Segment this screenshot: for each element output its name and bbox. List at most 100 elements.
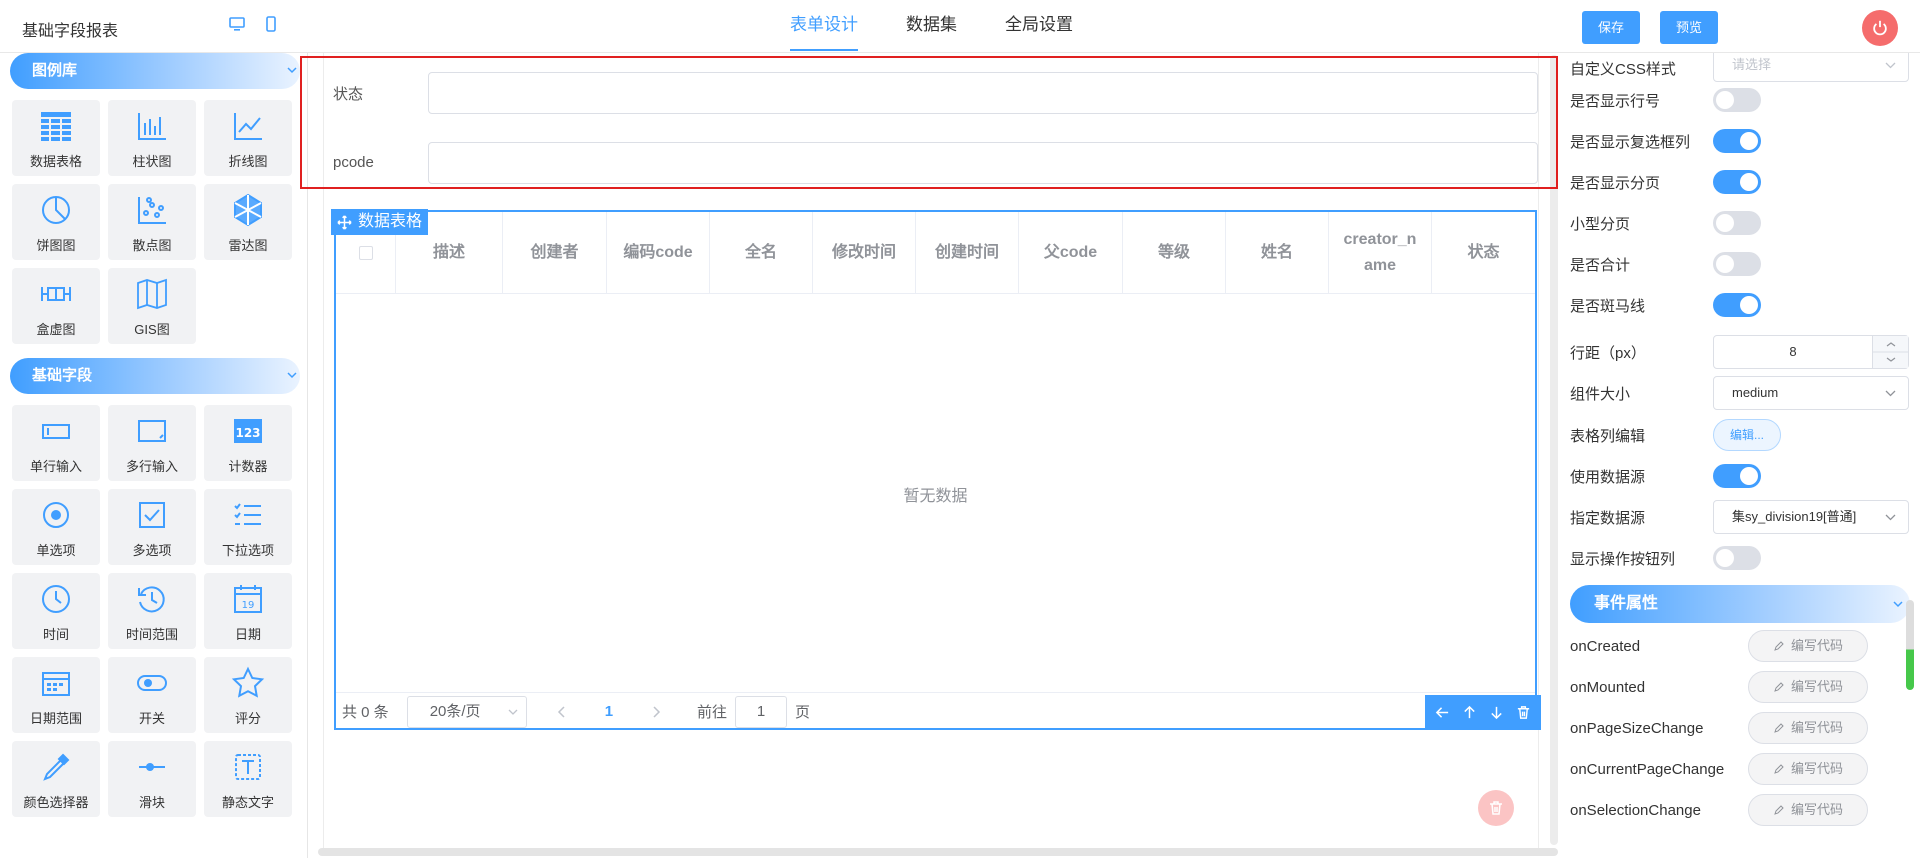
write-code-button[interactable]: 编写代码: [1748, 794, 1868, 826]
write-code-button[interactable]: 编写代码: [1748, 753, 1868, 785]
table-widget-tag[interactable]: 数据表格: [331, 209, 429, 235]
size-select[interactable]: medium: [1713, 376, 1909, 410]
chart-item-boxplot[interactable]: 盒虚图: [12, 268, 100, 344]
tab-dataset[interactable]: 数据集: [906, 0, 957, 53]
field-item-select[interactable]: 下拉选项: [204, 489, 292, 565]
pencil-icon: [1774, 723, 1784, 733]
css-select[interactable]: 请选择: [1713, 53, 1909, 82]
mobile-icon[interactable]: [263, 16, 279, 32]
power-icon[interactable]: [1862, 10, 1898, 46]
prop-label: 组件大小: [1570, 385, 1631, 403]
field-item-time-range[interactable]: 时间范围: [108, 573, 196, 649]
field-item-label: 时间: [42, 627, 69, 642]
write-code-label: 编写代码: [1790, 761, 1843, 776]
pencil-icon: [1774, 682, 1784, 692]
field-item-textarea[interactable]: 多行输入: [108, 405, 196, 481]
page-size-value: 20条/页: [429, 702, 481, 720]
prop-label: 行距（px）: [1570, 344, 1646, 362]
field-item-input[interactable]: 单行输入: [12, 405, 100, 481]
goto-label: 前往: [697, 704, 728, 721]
chevron-down-icon: [508, 709, 518, 715]
field-item-label: 日期范围: [29, 711, 82, 726]
row-num-switch[interactable]: [1713, 88, 1761, 112]
stripe-switch[interactable]: [1713, 293, 1761, 317]
prop-label: 自定义CSS样式: [1570, 60, 1676, 78]
op-column-switch[interactable]: [1713, 546, 1761, 570]
field-item-time[interactable]: 时间: [12, 573, 100, 649]
edit-columns-button[interactable]: 编辑...: [1713, 419, 1782, 451]
field-section-header[interactable]: 基础字段: [10, 358, 300, 394]
textarea-icon: [138, 420, 166, 442]
chart-item-label: 饼图图: [36, 238, 76, 253]
field-item-counter[interactable]: 123 计数器: [204, 405, 292, 481]
bar-chart-icon: [138, 113, 166, 140]
stepper-arrows[interactable]: [1872, 336, 1909, 368]
radio-icon: [43, 502, 69, 528]
use-datasource-switch[interactable]: [1713, 464, 1761, 488]
delete-fab[interactable]: [1478, 790, 1514, 826]
field-item-date-range[interactable]: 日期范围: [12, 657, 100, 733]
chart-item-scatter[interactable]: 散点图: [108, 184, 196, 260]
chart-item-line[interactable]: 折线图: [204, 100, 292, 176]
arrow-down-icon[interactable]: [1489, 705, 1504, 720]
row-spacing-input[interactable]: 8: [1713, 335, 1909, 369]
move-icon[interactable]: [337, 214, 352, 230]
column-header: 创建时间: [916, 212, 1019, 294]
tab-global-settings[interactable]: 全局设置: [1005, 0, 1073, 53]
desktop-icon[interactable]: [229, 16, 245, 32]
chevron-down-icon: [1885, 514, 1896, 521]
slider-icon: [139, 763, 165, 771]
page-size-select[interactable]: 20条/页: [406, 695, 527, 728]
prop-use-ds: 使用数据源: [1570, 459, 1910, 493]
pagination-switch[interactable]: [1713, 170, 1761, 194]
events-section-header[interactable]: 事件属性: [1570, 585, 1910, 623]
field-item-label: 颜色选择器: [23, 795, 89, 810]
field-item-date[interactable]: 19 日期: [204, 573, 292, 649]
field-item-color[interactable]: 颜色选择器: [12, 741, 100, 817]
field-grid: 单行输入 多行输入 123 计数器 单选项 多选项 下拉选项 时间 时间范围 19…: [12, 405, 292, 817]
data-table-widget[interactable]: 描述 创建者 编码code 全名 修改时间 创建时间 父code 等级 姓名 c…: [334, 210, 1537, 730]
checkbox-col-switch[interactable]: [1713, 129, 1761, 153]
chart-item-radar[interactable]: 雷达图: [204, 184, 292, 260]
datasource-select[interactable]: 集sy_division19[普通]: [1713, 500, 1909, 534]
goto-input[interactable]: 1: [735, 695, 788, 728]
prop-row-num: 是否显示行号: [1570, 83, 1910, 117]
write-code-button[interactable]: 编写代码: [1748, 630, 1868, 662]
field-item-checkbox[interactable]: 多选项: [108, 489, 196, 565]
chart-item-table[interactable]: 数据表格: [12, 100, 100, 176]
current-page[interactable]: 1: [605, 703, 613, 720]
prop-label: 使用数据源: [1570, 468, 1646, 486]
field-item-static-text[interactable]: 静态文字: [204, 741, 292, 817]
boxplot-icon: [41, 287, 71, 301]
chart-item-bar[interactable]: 柱状图: [108, 100, 196, 176]
write-code-button[interactable]: 编写代码: [1748, 671, 1868, 703]
stepper-icon: [1873, 342, 1909, 362]
field-item-label: 下拉选项: [221, 543, 274, 558]
next-page-icon[interactable]: [651, 705, 661, 718]
field-item-switch[interactable]: 开关: [108, 657, 196, 733]
field-item-slider[interactable]: 滑块: [108, 741, 196, 817]
small-pagination-switch[interactable]: [1713, 211, 1761, 235]
canvas-horizontal-scrollbar[interactable]: [318, 848, 1558, 856]
column-header: 等级: [1123, 212, 1226, 294]
prop-css: 自定义CSS样式 请选择: [1570, 53, 1910, 83]
write-code-button[interactable]: 编写代码: [1748, 712, 1868, 744]
arrow-up-icon[interactable]: [1462, 705, 1477, 720]
prev-page-icon[interactable]: [557, 705, 567, 718]
save-button[interactable]: 保存: [1582, 11, 1641, 44]
star-icon: [231, 666, 265, 698]
chart-item-gis[interactable]: GIS图: [108, 268, 196, 344]
property-panel-scrollbar[interactable]: [1906, 600, 1914, 690]
delete-icon[interactable]: [1516, 705, 1531, 720]
chart-section-header[interactable]: 图例库: [10, 53, 300, 89]
summary-switch[interactable]: [1713, 252, 1761, 276]
arrow-left-icon[interactable]: [1435, 705, 1450, 720]
pie-chart-icon: [42, 196, 70, 224]
field-item-radio[interactable]: 单选项: [12, 489, 100, 565]
field-item-rate[interactable]: 评分: [204, 657, 292, 733]
tab-form-design[interactable]: 表单设计: [790, 0, 858, 53]
preview-button[interactable]: 预览: [1660, 11, 1719, 44]
event-name: onPageSizeChange: [1570, 719, 1704, 737]
select-all-checkbox[interactable]: [358, 246, 373, 260]
chart-item-pie[interactable]: 饼图图: [12, 184, 100, 260]
